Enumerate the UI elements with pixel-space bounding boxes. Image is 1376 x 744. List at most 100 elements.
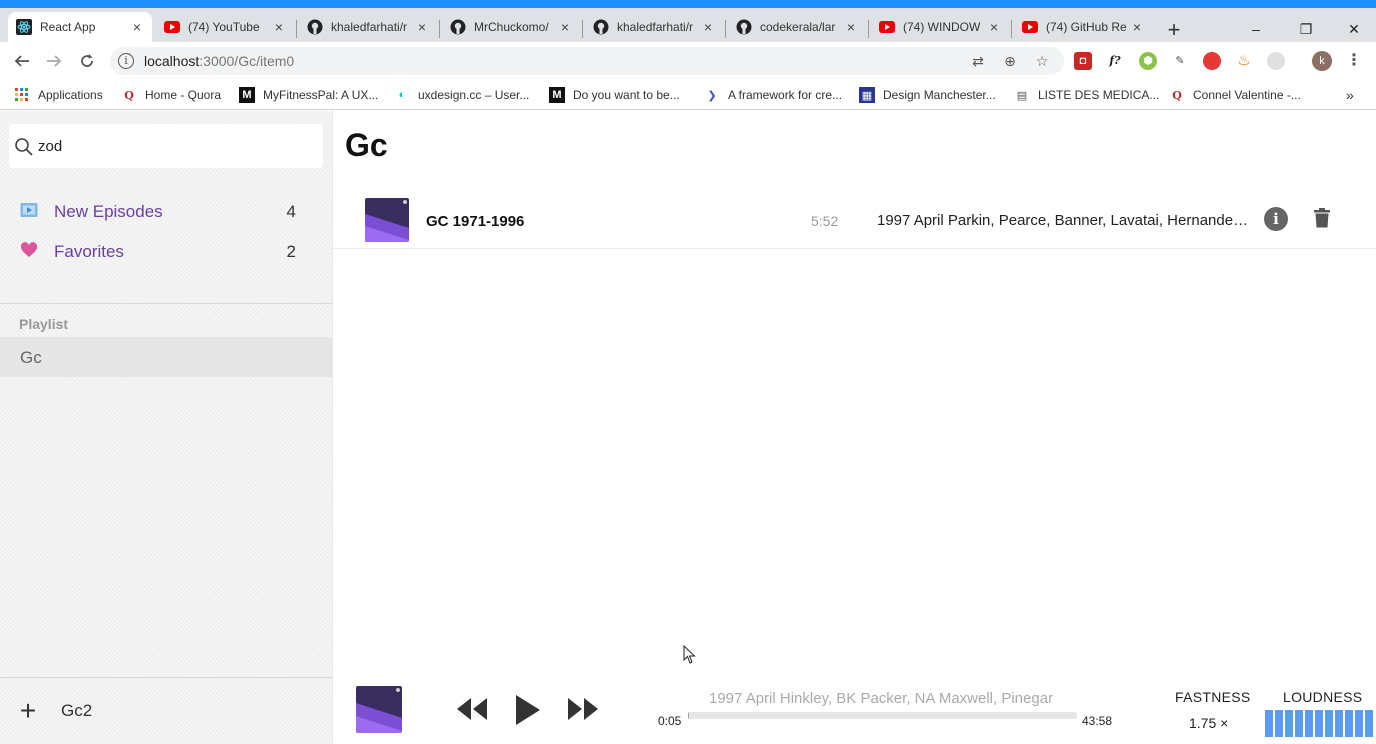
tab-youtube-3[interactable]: (74) GitHub Re × (1014, 12, 1152, 42)
sidebar-divider (0, 303, 333, 304)
close-icon[interactable]: × (844, 20, 858, 34)
zoom-icon[interactable]: ⊕ (1002, 53, 1018, 69)
new-tab-button[interactable]: + (1164, 19, 1184, 41)
fastness-value[interactable]: 1.75 × (1189, 715, 1228, 731)
back-arrow-icon[interactable] (11, 50, 33, 72)
node-extension-icon[interactable]: ⬢ (1139, 52, 1157, 70)
loudness-bar[interactable] (1285, 710, 1293, 737)
tab-github-1[interactable]: khaledfarhati/r × (299, 12, 437, 42)
profile-avatar[interactable]: k (1312, 51, 1332, 71)
close-icon[interactable]: × (987, 20, 1001, 34)
loudness-slider[interactable] (1265, 710, 1376, 737)
search-input[interactable] (38, 135, 308, 157)
sidebar-item-favorites[interactable]: Favorites 2 (20, 240, 296, 264)
sidebar-divider (0, 677, 333, 678)
episode-thumbnail (365, 198, 409, 242)
apps-grid-icon (14, 87, 30, 103)
fastness-label: FASTNESS (1175, 689, 1251, 705)
trash-icon[interactable] (1313, 208, 1331, 228)
minimize-icon[interactable]: – (1249, 22, 1263, 36)
bookmark-liste[interactable]: ▤ LISTE DES MEDICA... (1014, 86, 1160, 104)
sidebar: New Episodes 4 Favorites 2 Playlist Gc +… (0, 111, 333, 744)
loudness-label: LOUDNESS (1283, 689, 1363, 705)
uxdesign-icon: ◐ (398, 89, 406, 101)
close-icon[interactable]: × (415, 20, 429, 34)
info-icon[interactable]: i (1264, 207, 1288, 231)
react-icon (16, 19, 32, 35)
extension-icon[interactable] (1267, 52, 1285, 70)
bookmark-quora[interactable]: Q Home - Quora (121, 86, 221, 104)
play-icon[interactable] (514, 694, 542, 726)
tab-separator (582, 20, 583, 38)
loudness-bar[interactable] (1325, 710, 1333, 737)
loudness-bar[interactable] (1295, 710, 1303, 737)
new-episodes-icon (20, 202, 38, 223)
fast-forward-icon[interactable] (567, 694, 599, 724)
window-close-icon[interactable]: ✕ (1347, 22, 1361, 36)
close-icon[interactable]: × (558, 20, 572, 34)
tab-title: khaledfarhati/r (331, 20, 408, 34)
close-icon[interactable]: × (701, 20, 715, 34)
bookmark-label: Connel Valentine -... (1193, 88, 1301, 102)
bookmark-applications[interactable]: Applications (14, 86, 103, 104)
extension-icon[interactable]: ◘ (1074, 52, 1092, 70)
menu-dots-icon[interactable]: ⋮ (1345, 52, 1363, 70)
tab-title: React App (40, 20, 96, 34)
search-icon (15, 138, 33, 156)
font-extension-icon[interactable]: f? (1106, 52, 1124, 70)
tab-github-4[interactable]: codekerala/lar × (728, 12, 866, 42)
bookmark-connel[interactable]: Q Connel Valentine -... (1169, 86, 1301, 104)
bookmark-label: uxdesign.cc – User... (418, 88, 530, 102)
episode-description: 1997 April Parkin, Pearce, Banner, Lavat… (877, 212, 1252, 229)
tab-github-2[interactable]: MrChuckomo/ × (442, 12, 580, 42)
sidebar-item-new-episodes[interactable]: New Episodes 4 (20, 200, 296, 224)
progress-bar[interactable] (688, 712, 1077, 719)
episode-row[interactable]: GC 1971-1996 5:52 1997 April Parkin, Pea… (333, 187, 1376, 249)
tab-separator (439, 20, 440, 38)
loudness-bar[interactable] (1365, 710, 1373, 737)
loudness-bar[interactable] (1335, 710, 1343, 737)
star-icon[interactable]: ☆ (1034, 53, 1050, 69)
bookmark-medium[interactable]: M Do you want to be... (549, 86, 680, 104)
reload-icon[interactable] (76, 50, 98, 72)
address-bar[interactable]: i localhost:3000/Gc/item0 ⇄ ⊕ ☆ (110, 47, 1064, 75)
bookmarks-bar: Applications Q Home - Quora M MyFitnessP… (0, 80, 1376, 110)
fire-extension-icon[interactable]: ♨ (1235, 52, 1253, 70)
loudness-bar[interactable] (1355, 710, 1363, 737)
rewind-icon[interactable] (456, 694, 488, 724)
tab-title: codekerala/lar (760, 20, 836, 34)
tab-github-3[interactable]: khaledfarhati/r × (585, 12, 723, 42)
plus-icon[interactable]: + (17, 697, 39, 725)
tab-title: (74) WINDOW (903, 20, 981, 34)
restore-icon[interactable]: ❐ (1299, 22, 1313, 36)
tab-title: (74) GitHub Re (1046, 20, 1126, 34)
loudness-bar[interactable] (1315, 710, 1323, 737)
tab-youtube[interactable]: (74) YouTube × (156, 12, 294, 42)
bookmark-myfitnesspal[interactable]: M MyFitnessPal: A UX... (239, 86, 378, 104)
close-icon[interactable]: × (1130, 20, 1144, 34)
player-bar: 1997 April Hinkley, BK Packer, NA Maxwel… (333, 675, 1376, 744)
bookmark-design-manchester[interactable]: ▦ Design Manchester... (859, 86, 996, 104)
loudness-bar[interactable] (1265, 710, 1273, 737)
close-icon[interactable]: × (272, 20, 286, 34)
more-bookmarks-icon[interactable]: » (1346, 86, 1354, 104)
url-host: localhost (144, 53, 200, 69)
tab-separator (1011, 20, 1012, 38)
tab-youtube-2[interactable]: (74) WINDOW × (871, 12, 1009, 42)
forward-arrow-icon[interactable] (43, 50, 65, 72)
loudness-bar[interactable] (1305, 710, 1313, 737)
bookmark-framework[interactable]: ❯ A framework for cre... (704, 86, 842, 104)
bookmark-uxdesign[interactable]: ◐ uxdesign.cc – User... (394, 86, 530, 104)
loudness-bar[interactable] (1275, 710, 1283, 737)
tab-react-app[interactable]: React App × (8, 12, 152, 42)
loudness-bar[interactable] (1345, 710, 1353, 737)
add-playlist-row[interactable]: + Gc2 (17, 697, 92, 725)
translate-icon[interactable]: ⇄ (970, 53, 986, 69)
info-icon[interactable]: i (118, 53, 134, 69)
tomato-extension-icon[interactable] (1203, 52, 1221, 70)
playlist-item-gc[interactable]: Gc (0, 337, 333, 377)
close-icon[interactable]: × (130, 20, 144, 34)
bookmark-label: Home - Quora (145, 88, 222, 102)
github-icon (593, 19, 609, 35)
eyedropper-icon[interactable]: ✎ (1171, 52, 1189, 70)
